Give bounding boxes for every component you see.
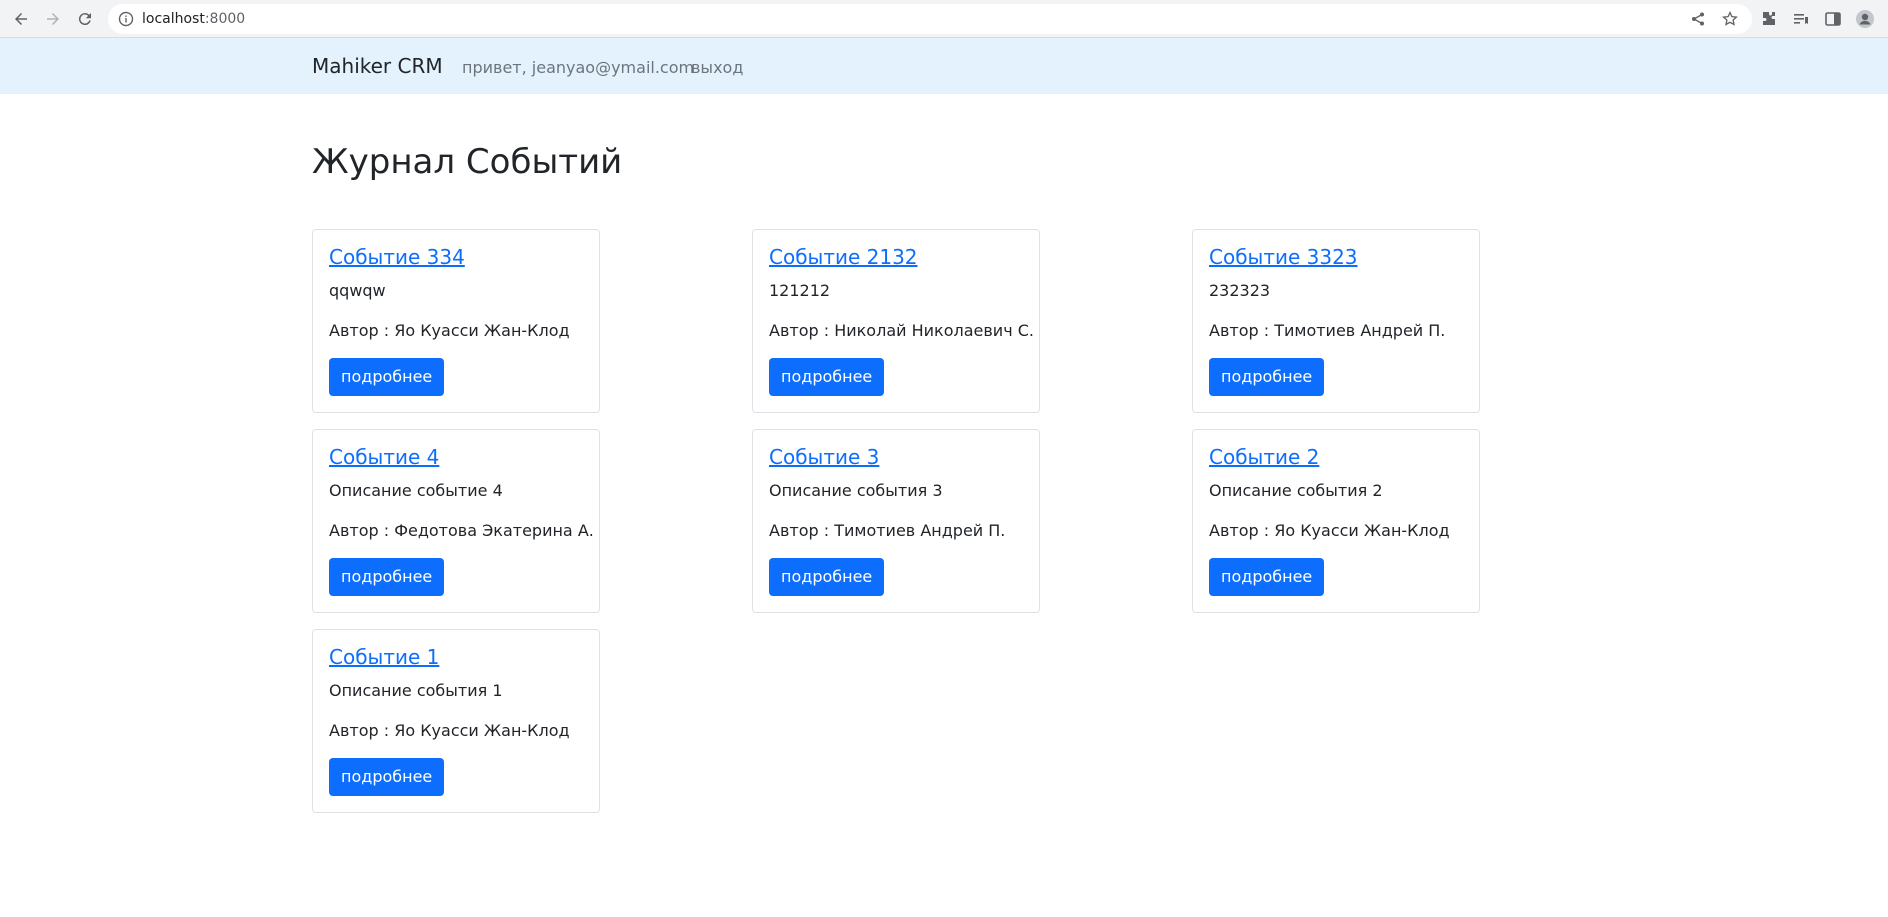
details-button[interactable]: подробнее — [769, 358, 885, 396]
event-author: Автор : Тимотиев Андрей П. — [769, 521, 1006, 540]
event-title-link[interactable]: Событие 2 — [1209, 444, 1319, 470]
event-description: Описание событие 4 — [329, 481, 503, 500]
browser-toolbar: localhost:8000 — [0, 0, 1888, 38]
url-text[interactable]: localhost:8000 — [142, 10, 245, 28]
event-card: Событие 3 Описание события 3 Автор : Тим… — [752, 429, 1040, 613]
event-title-link[interactable]: Событие 2132 — [769, 244, 918, 270]
event-author: Автор : Яо Куасси Жан-Клод — [329, 321, 570, 340]
event-title-link[interactable]: Событие 334 — [329, 244, 465, 270]
reload-button[interactable] — [73, 7, 97, 31]
event-card: Событие 334 qqwqw Автор : Яо Куасси Жан-… — [312, 229, 600, 413]
event-card: Событие 2132 121212 Автор : Николай Нико… — [752, 229, 1040, 413]
address-bar[interactable]: localhost:8000 — [108, 4, 1752, 34]
event-description: Описание события 1 — [329, 681, 503, 700]
event-author: Автор : Яо Куасси Жан-Клод — [329, 721, 570, 740]
event-author: Автор : Федотова Экатерина А. — [329, 521, 594, 540]
event-description: Описание события 2 — [1209, 481, 1383, 500]
brand-link[interactable]: Mahiker CRM — [312, 54, 443, 78]
event-card: Событие 3323 232323 Автор : Тимотиев Анд… — [1192, 229, 1480, 413]
page-title: Журнал Событий — [312, 142, 623, 182]
profile-avatar-icon[interactable] — [1855, 9, 1875, 29]
back-button[interactable] — [9, 7, 33, 31]
share-icon[interactable] — [1690, 11, 1706, 27]
event-title-link[interactable]: Событие 1 — [329, 644, 439, 670]
event-author: Автор : Николай Николаевич С. — [769, 321, 1034, 340]
forward-button[interactable] — [41, 7, 65, 31]
event-description: qqwqw — [329, 281, 386, 300]
url-port: :8000 — [204, 11, 246, 27]
navbar: Mahiker CRM привет, jeanyao@ymail.com вы… — [0, 38, 1888, 94]
event-title-link[interactable]: Событие 3 — [769, 444, 879, 470]
details-button[interactable]: подробнее — [1209, 558, 1325, 596]
details-button[interactable]: подробнее — [1209, 358, 1325, 396]
event-title-link[interactable]: Событие 4 — [329, 444, 439, 470]
event-card: Событие 4 Описание событие 4 Автор : Фед… — [312, 429, 600, 613]
event-description: 232323 — [1209, 281, 1271, 300]
user-greeting-link[interactable]: привет, jeanyao@ymail.com — [462, 58, 694, 78]
reload-icon — [78, 13, 91, 26]
side-panel-icon[interactable] — [1823, 9, 1843, 29]
arrow-right-icon — [47, 13, 59, 25]
event-author: Автор : Яо Куасси Жан-Клод — [1209, 521, 1450, 540]
reading-list-icon[interactable] — [1791, 9, 1811, 29]
details-button[interactable]: подробнее — [329, 558, 445, 596]
event-author: Автор : Тимотиев Андрей П. — [1209, 321, 1446, 340]
event-card: Событие 2 Описание события 2 Автор : Яо … — [1192, 429, 1480, 613]
extensions-puzzle-icon[interactable] — [1759, 9, 1779, 29]
bookmark-star-icon[interactable] — [1722, 11, 1738, 27]
arrow-left-icon — [15, 13, 27, 25]
event-card: Событие 1 Описание события 1 Автор : Яо … — [312, 629, 600, 813]
event-description: Описание события 3 — [769, 481, 943, 500]
event-title-link[interactable]: Событие 3323 — [1209, 244, 1358, 270]
details-button[interactable]: подробнее — [769, 558, 885, 596]
event-description: 121212 — [769, 281, 831, 300]
url-host: localhost — [142, 11, 205, 27]
info-icon[interactable] — [118, 11, 134, 27]
details-button[interactable]: подробнее — [329, 358, 445, 396]
logout-link[interactable]: выход — [691, 58, 743, 78]
details-button[interactable]: подробнее — [329, 758, 445, 796]
